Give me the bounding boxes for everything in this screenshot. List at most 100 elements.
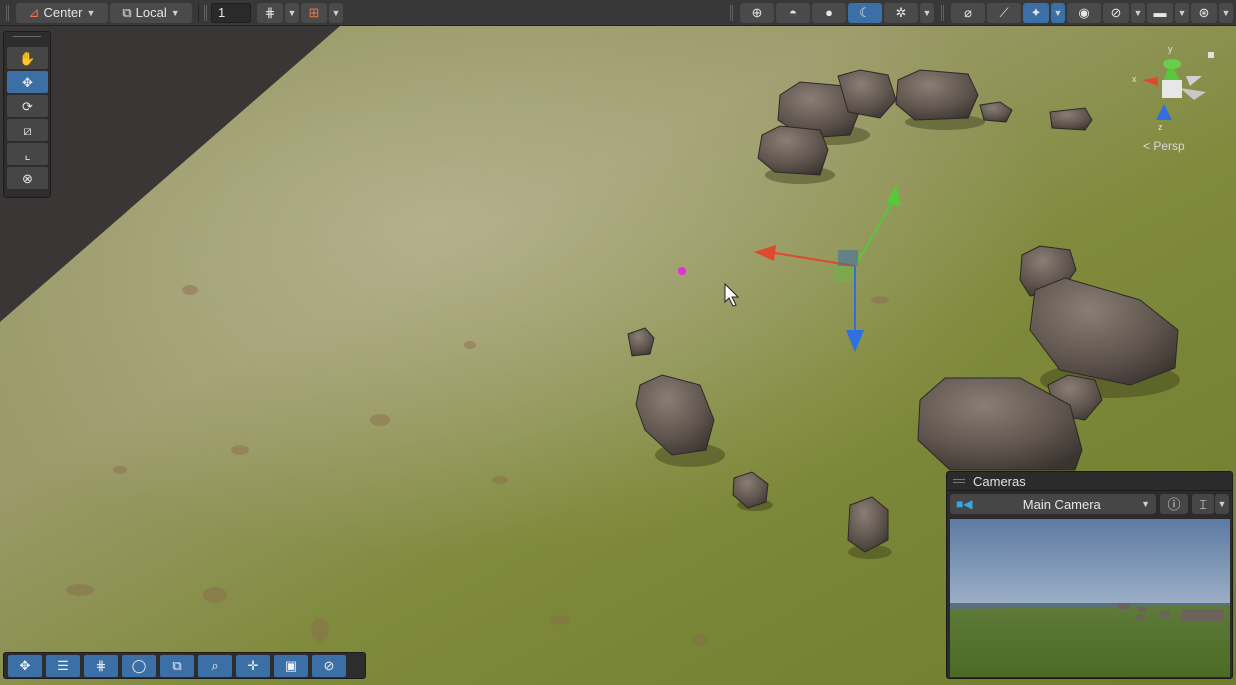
audio-off-icon: ⟋ xyxy=(999,5,1009,20)
fit-view-icon: ⌶ xyxy=(1199,496,1207,512)
scene-effects-button[interactable]: ✦ xyxy=(1023,2,1049,23)
grid-snap-dropdown[interactable]: ▼ xyxy=(285,2,299,23)
lighting-toggle[interactable]: ⌀ xyxy=(951,2,985,23)
zoom-tool-button[interactable]: ⌕ xyxy=(198,654,232,677)
cameras-overlay-title: Cameras xyxy=(973,473,1026,489)
toolbar-drag-handle[interactable] xyxy=(941,4,944,21)
gizmos-button[interactable]: ⊛ xyxy=(1191,2,1217,23)
increment-snap-icon: ⊞ xyxy=(308,5,320,20)
space-mode-label: Local xyxy=(135,5,167,20)
increment-snap-button[interactable]: ⊞ xyxy=(301,2,327,23)
rect-icon: ⌞ xyxy=(24,146,31,162)
rotate-icon: ⟳ xyxy=(22,98,33,114)
scene-effects-dropdown[interactable]: ▼ xyxy=(1051,2,1065,23)
align-icon: ☰ xyxy=(57,658,69,673)
hand-tool-button[interactable]: ✋ xyxy=(7,47,48,69)
light-probe-marker[interactable] xyxy=(678,267,686,275)
toolbar-drag-handle[interactable] xyxy=(6,4,9,21)
grid-snap-icon: ⋕ xyxy=(264,5,276,20)
camera-info-button[interactable]: ⓘ xyxy=(1160,494,1188,514)
video-camera-icon: ■◀ xyxy=(956,497,973,511)
transform-icon: ⊗ xyxy=(22,170,33,186)
space-mode-dropdown[interactable]: ⧉ Local ▼ xyxy=(110,2,192,23)
overlay-drag-handle[interactable] xyxy=(953,479,965,483)
draw-mode-icon: ⊕ xyxy=(751,5,763,20)
lighting-off-icon: ⌀ xyxy=(964,5,972,20)
rect-tool-button[interactable]: ⌞ xyxy=(7,143,48,165)
draw-mode-button[interactable]: ⊕ xyxy=(740,2,774,23)
compass-tool-button[interactable]: ⊘ xyxy=(312,654,346,677)
cameras-overlay-header[interactable]: Cameras xyxy=(947,472,1232,491)
hand-icon: ✋ xyxy=(19,50,36,66)
wireframe-sphere-icon: ◓ xyxy=(789,5,797,20)
pivot-tool-button[interactable]: ✛ xyxy=(236,654,270,677)
gizmos-dropdown[interactable]: ▼ xyxy=(1219,2,1233,23)
align-tool-button[interactable]: ☰ xyxy=(46,654,80,677)
gizmo-y-label: y xyxy=(1168,44,1173,54)
gizmo-x-label: x xyxy=(1132,74,1137,84)
chevron-down-icon: ▼ xyxy=(331,7,341,18)
debug-draw-dropdown[interactable]: ▼ xyxy=(920,2,934,23)
overlay-drag-handle[interactable] xyxy=(13,36,41,42)
visibility-icon: ◉ xyxy=(1078,5,1090,20)
wireframe-button[interactable]: ◓ xyxy=(776,2,810,23)
visibility-button[interactable]: ◉ xyxy=(1067,2,1101,23)
pivot-mode-dropdown[interactable]: ⊿ Center ▼ xyxy=(16,2,108,23)
pivot-icon: ⊿ xyxy=(28,5,40,20)
toolbar-drag-handle[interactable] xyxy=(204,4,207,21)
chevron-down-icon: ▼ xyxy=(1141,499,1150,509)
grid-snap-button[interactable]: ⋕ xyxy=(257,2,283,23)
bug-icon: ✲ xyxy=(895,5,907,20)
rotate-tool-button[interactable]: ⟳ xyxy=(7,95,48,117)
info-icon: ⓘ xyxy=(1167,496,1181,512)
monitor-icon: ▣ xyxy=(284,658,298,673)
toolbar-drag-handle[interactable] xyxy=(730,4,733,21)
shaded-button[interactable]: ● xyxy=(812,2,846,23)
eye-slash-icon: ⊘ xyxy=(1110,5,1122,20)
camera-view-dropdown[interactable]: ▼ xyxy=(1215,494,1229,514)
layers-icon: ⧉ xyxy=(172,658,182,673)
audio-toggle[interactable]: ⟋ xyxy=(987,2,1021,23)
screen-tool-button[interactable]: ▣ xyxy=(274,654,308,677)
camera-preview xyxy=(950,519,1230,677)
projection-toggle[interactable]: < Persp xyxy=(1143,139,1185,153)
increment-snap-dropdown[interactable]: ▼ xyxy=(329,2,343,23)
scene-camera-dropdown[interactable]: ▼ xyxy=(1175,2,1189,23)
crosshair-icon: ✛ xyxy=(247,658,259,673)
pivot-mode-label: Center xyxy=(43,5,83,20)
scale-icon: ⧄ xyxy=(23,122,32,138)
scale-tool-button[interactable]: ⧄ xyxy=(7,119,48,141)
snap-move-icon: ✥ xyxy=(19,658,31,673)
layers-tool-button[interactable]: ⧉ xyxy=(160,654,194,677)
tools-overlay: ✋ ✥ ⟳ ⧄ ⌞ ⊗ xyxy=(3,31,51,198)
grid-tool-button[interactable]: ⋕ xyxy=(84,654,118,677)
camera-view-button[interactable]: ⌶ xyxy=(1192,494,1214,514)
moon-icon: ☾ xyxy=(859,5,871,20)
custom-tools-overlay: ✥ ☰ ⋕ ◯ ⧉ ⌕ ✛ ▣ ⊘ xyxy=(3,652,366,679)
hidden-objects-dropdown[interactable]: ▼ xyxy=(1131,2,1145,23)
shaded-wireframe-button[interactable]: ☾ xyxy=(848,2,882,23)
move-tool-button[interactable]: ✥ xyxy=(7,71,48,93)
grid-icon: ⋕ xyxy=(95,658,107,673)
chevron-down-icon: ▼ xyxy=(1221,7,1231,18)
chevron-down-icon: ▼ xyxy=(86,7,96,18)
local-space-icon: ⧉ xyxy=(122,5,132,20)
gizmo-z-label: z xyxy=(1158,122,1163,132)
shaded-sphere-icon: ● xyxy=(825,5,833,20)
chevron-down-icon: ▼ xyxy=(1177,7,1187,18)
cameras-overlay: Cameras ■◀ Main Camera ▼ ⓘ ⌶ ▼ xyxy=(946,471,1233,679)
scene-camera-button[interactable]: ▬ xyxy=(1147,2,1173,23)
scene-effects-icon: ✦ xyxy=(1030,5,1042,20)
hidden-objects-button[interactable]: ⊘ xyxy=(1103,2,1129,23)
chevron-down-icon: ▼ xyxy=(1133,7,1143,18)
debug-draw-button[interactable]: ✲ xyxy=(884,2,918,23)
chevron-down-icon: ▼ xyxy=(287,7,297,18)
chevron-down-icon: ▼ xyxy=(1217,499,1227,509)
camera-select-dropdown[interactable]: ■◀ Main Camera ▼ xyxy=(950,494,1156,514)
sphere-tool-button[interactable]: ◯ xyxy=(122,654,156,677)
magnifier-icon: ⌕ xyxy=(211,658,219,673)
grid-increment-field[interactable] xyxy=(211,2,251,23)
chevron-down-icon: ▼ xyxy=(1053,7,1063,18)
transform-tool-button[interactable]: ⊗ xyxy=(7,167,48,189)
snap-tool-button[interactable]: ✥ xyxy=(8,654,42,677)
